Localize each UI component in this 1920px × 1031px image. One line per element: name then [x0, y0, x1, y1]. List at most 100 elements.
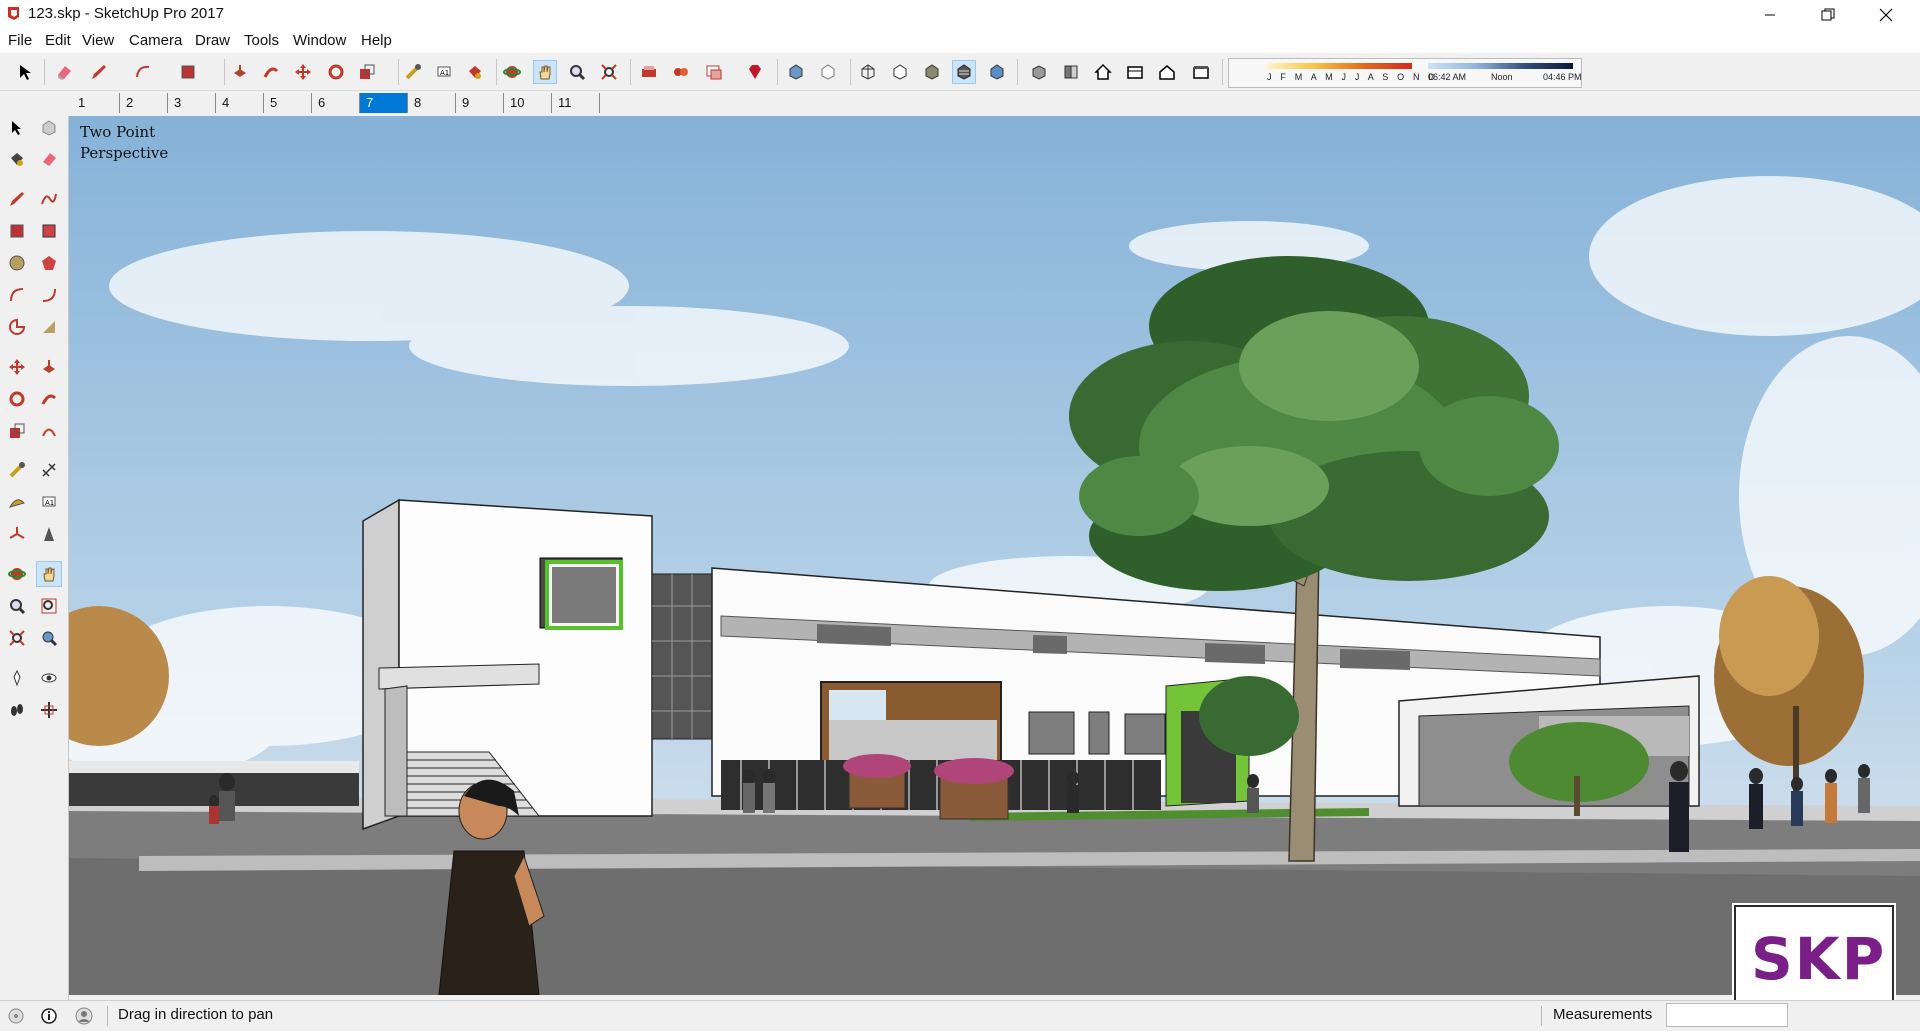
zoom-extents-icon[interactable]: [5, 626, 29, 650]
rectangle-icon[interactable]: [177, 61, 199, 83]
menu-window[interactable]: Window: [293, 32, 346, 49]
section-plane-icon[interactable]: [37, 698, 61, 722]
top-view-icon[interactable]: [1060, 61, 1082, 83]
monochrome-icon[interactable]: [986, 61, 1008, 83]
three-point-arc-icon[interactable]: [37, 315, 61, 339]
zoom-extents-icon[interactable]: [598, 61, 620, 83]
extension-warehouse-icon[interactable]: [670, 61, 692, 83]
arc-icon[interactable]: [132, 61, 154, 83]
tape-measure-icon[interactable]: [5, 458, 29, 482]
pan-icon[interactable]: [533, 60, 557, 84]
scale-icon[interactable]: [5, 419, 29, 443]
ruby-icon[interactable]: [744, 61, 766, 83]
shaded-textures-icon[interactable]: [952, 60, 976, 84]
rotate-icon[interactable]: [5, 387, 29, 411]
scene-tab-6[interactable]: 6: [312, 93, 360, 113]
polygon-icon[interactable]: [37, 251, 61, 275]
measurements-input[interactable]: [1666, 1003, 1788, 1027]
right-view-icon[interactable]: [1124, 61, 1146, 83]
offset-icon[interactable]: [37, 419, 61, 443]
xray-icon[interactable]: [785, 61, 807, 83]
shaded-icon[interactable]: [921, 61, 943, 83]
circle-icon[interactable]: [5, 251, 29, 275]
rotated-rectangle-icon[interactable]: [37, 219, 61, 243]
walk-icon[interactable]: [5, 698, 29, 722]
3d-warehouse-icon[interactable]: [638, 61, 660, 83]
position-camera-icon[interactable]: [5, 666, 29, 690]
geolocation-icon[interactable]: [7, 1007, 25, 1025]
model-viewport[interactable]: [69, 116, 1920, 995]
previous-view-icon[interactable]: [37, 626, 61, 650]
line-icon[interactable]: [5, 187, 29, 211]
scene-tab-3[interactable]: 3: [168, 93, 216, 113]
eraser-icon[interactable]: [37, 147, 61, 171]
menu-camera[interactable]: Camera: [129, 32, 182, 49]
rotate-icon[interactable]: [325, 61, 347, 83]
back-view-icon[interactable]: [1156, 61, 1178, 83]
menu-draw[interactable]: Draw: [195, 32, 230, 49]
arc-icon[interactable]: [5, 283, 29, 307]
zoom-icon[interactable]: [5, 594, 29, 618]
user-account-icon[interactable]: [75, 1007, 93, 1025]
select-icon[interactable]: [5, 116, 29, 140]
menu-help[interactable]: Help: [361, 32, 392, 49]
make-component-icon[interactable]: [37, 116, 61, 140]
wireframe-icon[interactable]: [857, 61, 879, 83]
two-point-arc-icon[interactable]: [37, 283, 61, 307]
dimension-icon[interactable]: [37, 458, 61, 482]
rectangle-icon[interactable]: [5, 219, 29, 243]
paint-bucket-icon[interactable]: [464, 61, 486, 83]
maximize-button[interactable]: [1800, 0, 1856, 29]
follow-me-icon[interactable]: [37, 387, 61, 411]
menu-edit[interactable]: Edit: [45, 32, 71, 49]
scene-tab-10[interactable]: 10: [504, 93, 552, 113]
text-icon[interactable]: A1: [433, 61, 455, 83]
zoom-window-icon[interactable]: [37, 594, 61, 618]
scene-tab-5[interactable]: 5: [264, 93, 312, 113]
scene-tab-1[interactable]: 1: [72, 93, 120, 113]
back-edges-icon[interactable]: [817, 61, 839, 83]
credits-icon[interactable]: [40, 1007, 58, 1025]
scene-tab-9[interactable]: 9: [456, 93, 504, 113]
follow-me-icon[interactable]: [260, 61, 282, 83]
left-view-icon[interactable]: [1190, 61, 1212, 83]
orbit-icon[interactable]: [501, 61, 523, 83]
layout-icon[interactable]: [703, 61, 725, 83]
axes-icon[interactable]: [5, 522, 29, 546]
pencil-icon[interactable]: [88, 61, 110, 83]
paint-bucket-icon[interactable]: [5, 147, 29, 171]
scene-tab-7[interactable]: 7: [360, 93, 408, 113]
iso-view-icon[interactable]: [1028, 61, 1050, 83]
tape-measure-icon[interactable]: [402, 61, 424, 83]
time-start-label: 06:42 AM: [1428, 72, 1467, 82]
front-view-icon[interactable]: [1092, 61, 1114, 83]
menu-view[interactable]: View: [82, 32, 114, 49]
menu-file[interactable]: File: [8, 32, 32, 49]
push-pull-icon[interactable]: [37, 355, 61, 379]
move-icon[interactable]: [292, 61, 314, 83]
freehand-icon[interactable]: [37, 187, 61, 211]
protractor-icon[interactable]: [5, 490, 29, 514]
3d-text-icon[interactable]: [37, 522, 61, 546]
eraser-icon[interactable]: [53, 61, 75, 83]
orbit-icon[interactable]: [5, 562, 29, 586]
move-icon[interactable]: [5, 355, 29, 379]
hidden-line-icon[interactable]: [889, 61, 911, 83]
select-icon[interactable]: [14, 61, 36, 83]
scene-tab-2[interactable]: 2: [120, 93, 168, 113]
scale-icon[interactable]: [356, 61, 378, 83]
scene-tab-11[interactable]: 11: [552, 93, 600, 113]
pan-icon[interactable]: [36, 561, 62, 587]
scene-tab-8[interactable]: 8: [408, 93, 456, 113]
pie-icon[interactable]: [5, 315, 29, 339]
time-slider[interactable]: [1428, 63, 1573, 69]
date-slider[interactable]: [1267, 63, 1412, 69]
menu-tools[interactable]: Tools: [244, 32, 279, 49]
text-icon[interactable]: A1: [37, 490, 61, 514]
zoom-icon[interactable]: [566, 61, 588, 83]
close-button[interactable]: [1858, 0, 1914, 29]
scene-tab-4[interactable]: 4: [216, 93, 264, 113]
look-around-icon[interactable]: [37, 666, 61, 690]
minimize-button[interactable]: [1742, 0, 1798, 29]
push-pull-icon[interactable]: [229, 61, 251, 83]
